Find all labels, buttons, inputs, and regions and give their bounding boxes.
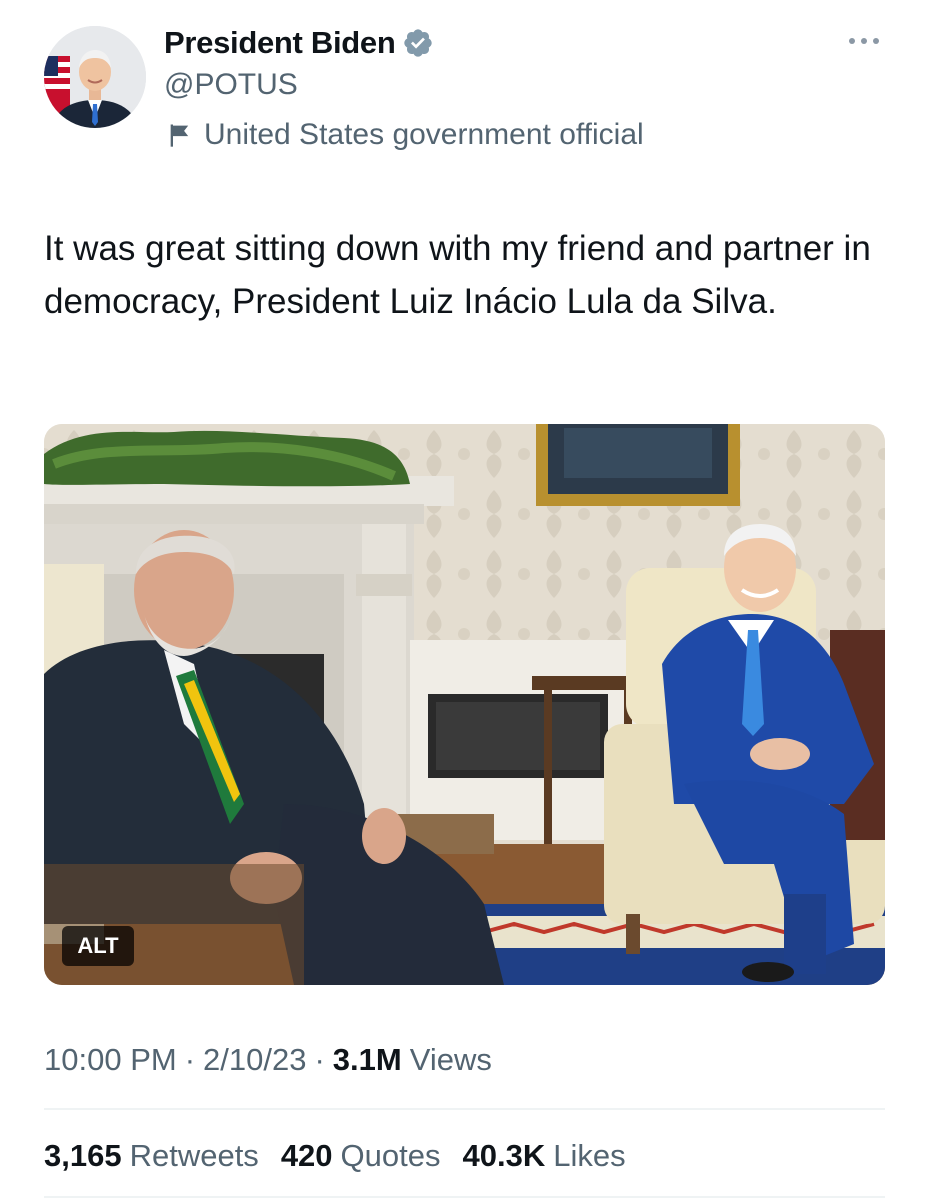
quotes-stat[interactable]: 420 Quotes	[281, 1138, 441, 1174]
affiliation-label: United States government official	[166, 114, 644, 156]
avatar[interactable]	[44, 26, 146, 128]
views-label: Views	[409, 1042, 492, 1077]
display-name-row[interactable]: President Biden	[164, 22, 434, 64]
display-name[interactable]: President Biden	[164, 25, 396, 61]
engagement-stats: 3,165 Retweets 420 Quotes 40.3K Likes	[44, 1134, 648, 1178]
likes-label: Likes	[553, 1138, 626, 1173]
meta-separator: ·	[184, 1042, 196, 1077]
divider	[44, 1108, 885, 1110]
retweets-label: Retweets	[129, 1138, 259, 1173]
divider	[44, 1196, 885, 1198]
quotes-label: Quotes	[340, 1138, 441, 1173]
photo-illustration	[44, 424, 885, 985]
tweet-text: It was great sitting down with my friend…	[44, 229, 871, 321]
government-label: United States government official	[204, 118, 644, 151]
more-options-button[interactable]	[842, 28, 886, 54]
views-count: 3.1M	[332, 1042, 402, 1077]
tweet-date[interactable]: 2/10/23	[203, 1042, 306, 1078]
likes-stat[interactable]: 40.3K Likes	[463, 1138, 626, 1174]
quotes-count: 420	[280, 1138, 333, 1173]
tweet-meta: 10:00 PM · 2/10/23 · 3.1M Views	[44, 1038, 492, 1082]
more-horizontal-icon	[849, 38, 879, 44]
retweets-count: 3,165	[44, 1138, 122, 1173]
avatar-photo	[44, 26, 146, 128]
alt-text-button[interactable]: ALT	[62, 926, 134, 966]
flag-icon	[170, 124, 189, 147]
retweets-stat[interactable]: 3,165 Retweets	[44, 1138, 259, 1174]
verified-badge-icon[interactable]	[402, 27, 434, 59]
tweet-photo[interactable]	[44, 424, 885, 985]
tweet-time[interactable]: 10:00 PM	[44, 1042, 177, 1078]
likes-count: 40.3K	[462, 1138, 546, 1173]
meta-separator: ·	[314, 1042, 325, 1077]
handle[interactable]: @POTUS	[164, 68, 298, 102]
